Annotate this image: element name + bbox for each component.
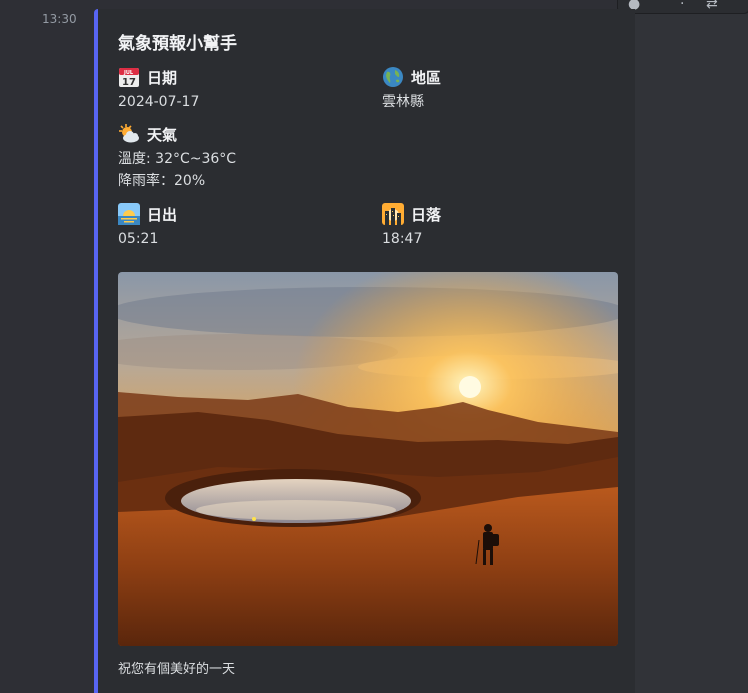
date-value: 2024-07-17 <box>118 94 200 110</box>
sunset-icon <box>382 203 404 225</box>
date-label: 日期 <box>147 68 178 87</box>
region-field: 地區 雲林縣 <box>382 66 441 113</box>
more-icon[interactable]: · <box>680 0 684 11</box>
weather-value: 溫度: 32°C~36°C 降雨率：20% <box>118 148 236 192</box>
embed-footer: 祝您有個美好的一天 <box>118 662 236 677</box>
sunset-field: 日落 18:47 <box>382 203 441 250</box>
embed-image[interactable] <box>118 272 618 646</box>
forward-icon[interactable]: ⇄ <box>706 0 718 11</box>
globe-icon <box>382 66 404 88</box>
calendar-icon: JUL 17 <box>118 66 140 88</box>
region-value: 雲林縣 <box>382 94 424 110</box>
sunset-value: 18:47 <box>382 231 423 247</box>
message-toolbar: ● · ⇄ <box>617 0 748 14</box>
calendar-month: JUL <box>123 70 134 76</box>
weather-embed: 氣象預報小幫手 JUL 17 日期 2024-07-17 地區 雲林縣 天氣 溫… <box>94 9 635 693</box>
date-field: JUL 17 日期 2024-07-17 <box>118 66 199 113</box>
embed-title: 氣象預報小幫手 <box>118 34 237 54</box>
sun-behind-cloud-icon <box>118 123 140 145</box>
sunrise-value: 05:21 <box>118 231 159 247</box>
message-timestamp: 13:30 <box>42 12 77 26</box>
temperature-text: 溫度: 32°C~36°C <box>118 151 237 167</box>
rain-chance-text: 降雨率：20% <box>118 173 206 189</box>
region-label: 地區 <box>411 68 442 87</box>
sunrise-icon <box>118 203 140 225</box>
sunset-label: 日落 <box>411 205 442 224</box>
message-area-right <box>631 0 748 693</box>
weather-field: 天氣 溫度: 32°C~36°C 降雨率：20% <box>118 123 236 192</box>
weather-label: 天氣 <box>147 125 178 144</box>
sunrise-label: 日出 <box>147 205 178 224</box>
sunrise-field: 日出 05:21 <box>118 203 177 250</box>
calendar-day: 17 <box>122 77 136 88</box>
